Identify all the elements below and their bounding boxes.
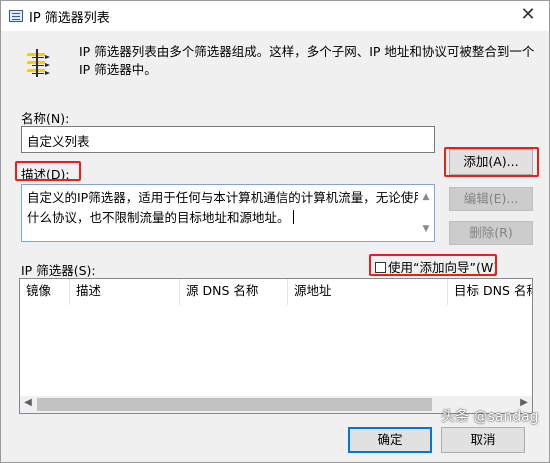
column-header-dest-dns[interactable]: 目标 DNS 名称	[448, 279, 532, 305]
description-text: 自定义的IP筛选器，适用于任何与本计算机通信的计算机流量，无论使用什么协议，也不…	[27, 190, 426, 225]
close-button[interactable]: ✕	[507, 1, 549, 31]
scroll-down-icon[interactable]: ▼	[418, 219, 434, 239]
filters-list[interactable]: 镜像 描述 源 DNS 名称 源地址 目标 DNS 名称 ◀ ▶	[19, 278, 533, 414]
cancel-button[interactable]: 取消	[441, 427, 525, 453]
ip-filter-list-dialog: IP 筛选器列表 ✕ IP 筛选器列表由多个筛选器组成。这样，多个子网、IP 地…	[0, 0, 550, 463]
column-header-source-address[interactable]: 源地址	[288, 279, 448, 305]
ok-button[interactable]: 确定	[348, 427, 432, 453]
description-scrollbar[interactable]: ▲ ▼	[418, 185, 434, 241]
scroll-up-icon[interactable]: ▲	[418, 187, 434, 207]
checkbox-icon[interactable]	[375, 262, 386, 273]
window-title: IP 筛选器列表	[29, 11, 110, 26]
filter-list-icon	[27, 49, 50, 77]
text-caret	[292, 210, 294, 224]
edit-button[interactable]: 编辑(E)...	[449, 187, 533, 211]
remove-button[interactable]: 删除(R)	[449, 221, 533, 245]
add-button[interactable]: 添加(A)...	[449, 149, 533, 175]
column-header-mirror[interactable]: 镜像	[20, 279, 70, 305]
name-input[interactable]: 自定义列表	[21, 126, 435, 153]
app-icon	[9, 10, 23, 22]
column-header-source-dns[interactable]: 源 DNS 名称	[180, 279, 288, 305]
column-header-description[interactable]: 描述	[70, 279, 180, 305]
wizard-checkbox-label: 使用“添加向导”(W)	[388, 260, 499, 275]
list-header: 镜像 描述 源 DNS 名称 源地址 目标 DNS 名称	[20, 279, 532, 305]
scroll-thumb[interactable]	[37, 398, 432, 411]
filters-label: IP 筛选器(S):	[21, 263, 96, 278]
intro-text: IP 筛选器列表由多个筛选器组成。这样，多个子网、IP 地址和协议可被整合到一个…	[79, 44, 535, 77]
scroll-left-icon[interactable]: ◀	[20, 397, 36, 408]
title-bar: IP 筛选器列表 ✕	[1, 1, 549, 31]
name-label: 名称(N):	[21, 111, 70, 126]
watermark: 头条 @sandag	[441, 409, 539, 425]
wizard-checkbox[interactable]: 使用“添加向导”(W)	[375, 257, 498, 276]
dialog-body: IP 筛选器列表由多个筛选器组成。这样，多个子网、IP 地址和协议可被整合到一个…	[1, 31, 549, 462]
description-label: 描述(D):	[21, 167, 70, 182]
description-textarea[interactable]: 自定义的IP筛选器，适用于任何与本计算机通信的计算机流量，无论使用什么协议，也不…	[21, 184, 435, 242]
